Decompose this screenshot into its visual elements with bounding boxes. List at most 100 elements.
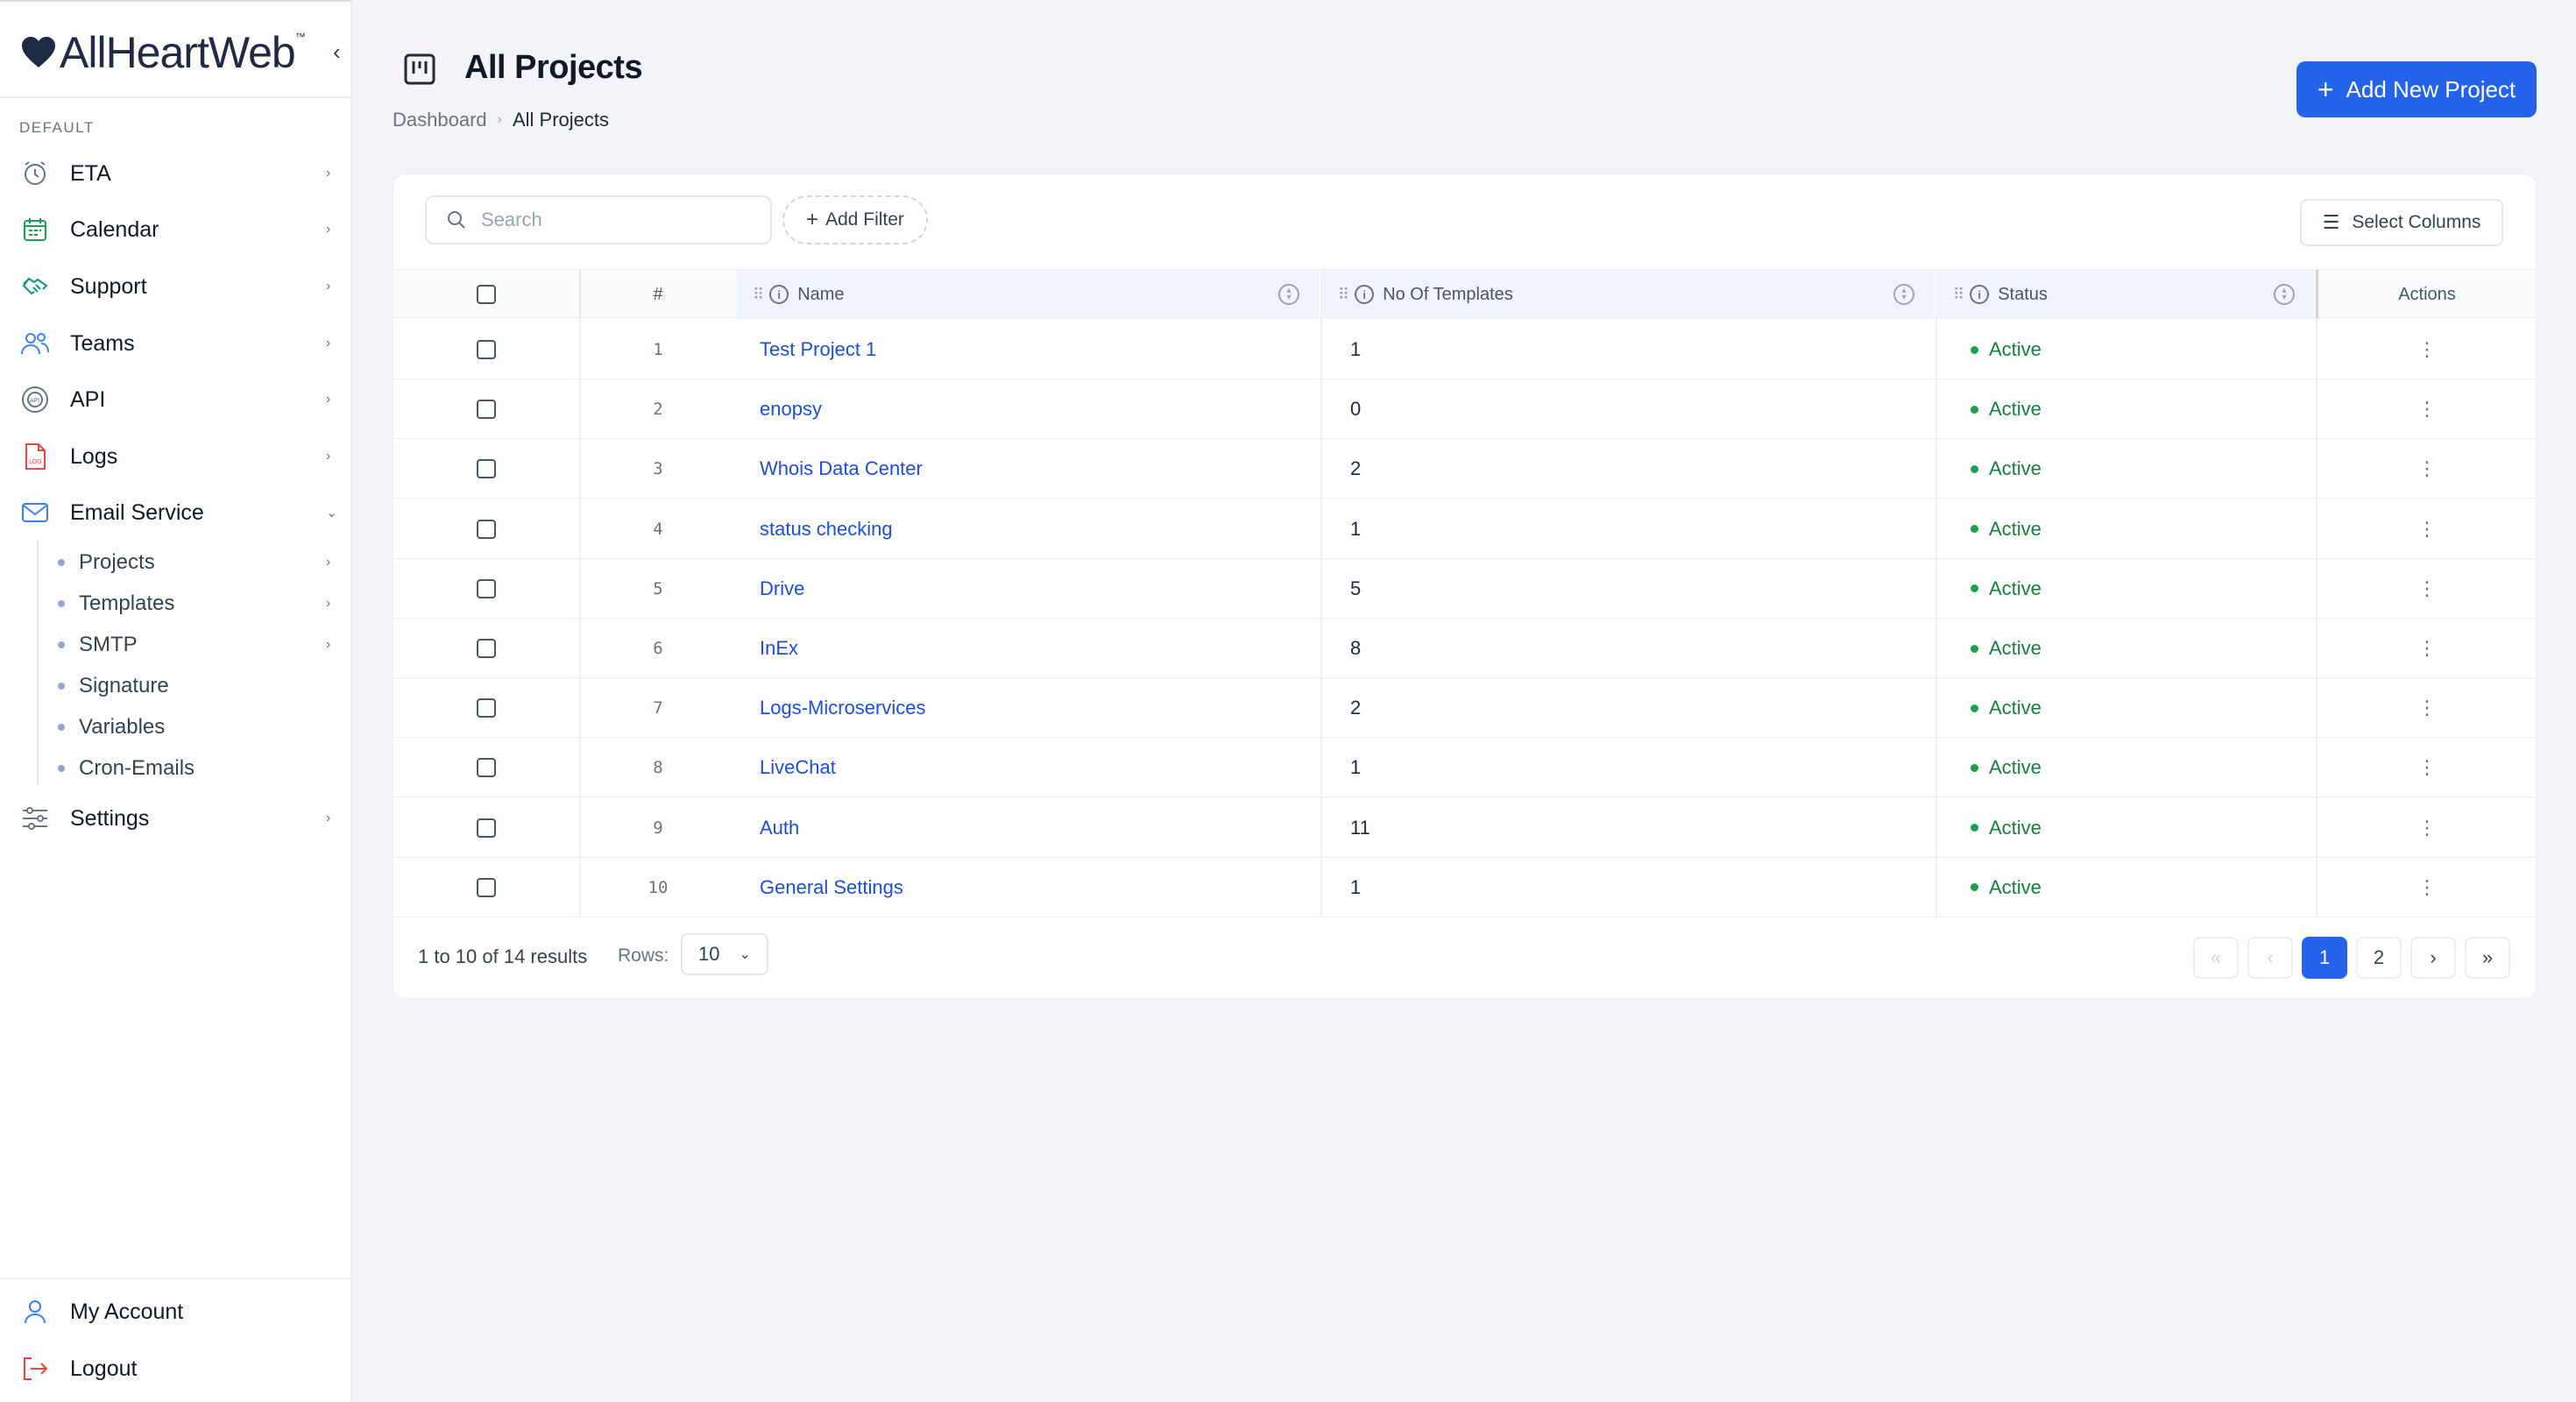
bullet-icon (58, 641, 65, 648)
select-columns-button[interactable]: ☰ Select Columns (2300, 199, 2503, 246)
header-status[interactable]: ⠿ i Status ▴ ▾ (1936, 270, 2314, 319)
breadcrumb-dashboard[interactable]: Dashboard (393, 109, 487, 131)
sidebar-subitem-projects[interactable]: Projects › (58, 543, 347, 582)
add-filter-button[interactable]: + Add Filter (782, 195, 928, 244)
sidebar-item-logout[interactable]: Logout (0, 1342, 350, 1395)
row-checkbox[interactable] (477, 340, 496, 359)
project-name-link[interactable]: Auth (760, 817, 799, 839)
row-checkbox[interactable] (477, 877, 496, 897)
row-checkbox[interactable] (477, 519, 496, 539)
more-actions-icon[interactable]: ⋮ (2318, 637, 2536, 660)
sidebar-item-logs[interactable]: LOG Logs › (0, 430, 350, 483)
status-dot-icon (1971, 405, 1978, 414)
row-checkbox[interactable] (477, 578, 496, 598)
more-actions-icon[interactable]: ⋮ (2318, 817, 2536, 839)
project-name-link[interactable]: status checking (760, 518, 893, 541)
sidebar-item-my-account[interactable]: My Account (0, 1285, 350, 1338)
row-templates-cell: 0 (1350, 379, 1928, 439)
next-page-button[interactable]: › (2410, 937, 2456, 979)
page-title: All Projects (464, 49, 643, 86)
project-name-link[interactable]: Whois Data Center (760, 457, 923, 480)
row-select-cell (393, 798, 579, 858)
header-name[interactable]: ⠿ i Name ▴ ▾ (737, 270, 1319, 319)
sidebar-item-settings[interactable]: Settings › (0, 792, 350, 845)
row-checkbox[interactable] (477, 818, 496, 838)
sort-icon[interactable]: ▴ ▾ (2274, 284, 2295, 305)
drag-handle-icon[interactable]: ⠿ (753, 286, 764, 304)
add-filter-label: Add Filter (825, 209, 904, 230)
bullet-icon (58, 559, 65, 566)
row-templates-cell: 8 (1350, 619, 1928, 678)
table-row: 8 LiveChat 1 Active ⋮ (393, 738, 2536, 798)
sidebar-subitem-variables[interactable]: Variables (58, 708, 347, 747)
chevron-right-icon: › (326, 555, 331, 570)
sliders-icon (19, 803, 51, 834)
row-checkbox[interactable] (477, 698, 496, 719)
sidebar-item-label: ETA (70, 160, 111, 186)
more-actions-icon[interactable]: ⋮ (2318, 398, 2536, 421)
rows-per-page-select[interactable]: 10 ⌄ (681, 933, 768, 975)
page-2-button[interactable]: 2 (2356, 937, 2402, 979)
row-number: 10 (648, 877, 669, 897)
bullet-icon (58, 724, 65, 731)
project-name-link[interactable]: General Settings (760, 876, 903, 899)
row-actions-cell: ⋮ (2318, 320, 2536, 379)
last-page-button[interactable]: » (2465, 937, 2510, 979)
sidebar-subitem-smtp[interactable]: SMTP › (58, 626, 347, 664)
info-icon[interactable]: i (1355, 285, 1375, 304)
more-actions-icon[interactable]: ⋮ (2318, 876, 2536, 899)
info-icon[interactable]: i (1970, 285, 1990, 304)
breadcrumb-separator: › (497, 112, 502, 127)
sidebar-item-teams[interactable]: Teams › (0, 317, 350, 370)
sidebar-item-eta[interactable]: ETA › (0, 147, 350, 200)
previous-page-button[interactable]: ‹ (2247, 937, 2293, 979)
more-actions-icon[interactable]: ⋮ (2318, 457, 2536, 480)
header-templates[interactable]: ⠿ i No Of Templates ▴ ▾ (1320, 270, 1934, 319)
more-actions-icon[interactable]: ⋮ (2318, 577, 2536, 600)
sidebar-item-email-service[interactable]: Email Service ⌄ (0, 486, 350, 539)
sort-icon[interactable]: ▴ ▾ (1893, 284, 1914, 305)
more-actions-icon[interactable]: ⋮ (2318, 697, 2536, 719)
row-number: 1 (653, 340, 663, 359)
sidebar-item-calendar[interactable]: Calendar › (0, 203, 350, 256)
table-row: 10 General Settings 1 Active ⋮ (393, 858, 2536, 917)
header-status-label: Status (1998, 284, 2048, 304)
more-actions-icon[interactable]: ⋮ (2318, 338, 2536, 361)
sidebar-item-support[interactable]: Support › (0, 260, 350, 313)
kanban-board-icon (404, 53, 435, 85)
project-name-link[interactable]: enopsy (760, 398, 822, 421)
project-name-link[interactable]: Test Project 1 (760, 338, 876, 361)
row-checkbox[interactable] (477, 639, 496, 658)
template-count: 8 (1350, 637, 1362, 659)
brand-logo[interactable]: AllHeartWeb ™ (21, 26, 306, 79)
row-checkbox[interactable] (477, 400, 496, 420)
project-name-link[interactable]: Logs-Microservices (760, 697, 926, 719)
drag-handle-icon[interactable]: ⠿ (1338, 286, 1349, 304)
sidebar-subitem-cron-emails[interactable]: Cron-Emails (58, 749, 347, 788)
drag-handle-icon[interactable]: ⠿ (1953, 286, 1964, 304)
sidebar-subitem-templates[interactable]: Templates › (58, 584, 347, 623)
brand-name: AllHeartWeb (60, 28, 296, 77)
project-name-link[interactable]: InEx (760, 637, 798, 660)
sidebar-subitem-signature[interactable]: Signature (58, 667, 347, 705)
row-checkbox[interactable] (477, 459, 496, 479)
row-checkbox[interactable] (477, 758, 496, 778)
project-name-link[interactable]: Drive (760, 577, 804, 600)
row-number-cell: 9 (581, 798, 735, 858)
info-icon[interactable]: i (769, 285, 789, 304)
sidebar-item-api[interactable]: API API › (0, 373, 350, 426)
project-name-link[interactable]: LiveChat (760, 756, 836, 779)
sort-icon[interactable]: ▴ ▾ (1278, 284, 1299, 305)
search-input[interactable] (481, 209, 761, 231)
more-actions-icon[interactable]: ⋮ (2318, 756, 2536, 779)
page-1-button[interactable]: 1 (2302, 937, 2347, 979)
status-label: Active (1989, 697, 2042, 719)
select-all-checkbox[interactable] (477, 285, 496, 304)
handshake-icon (19, 271, 51, 302)
first-page-button[interactable]: « (2193, 937, 2239, 979)
collapse-sidebar-button[interactable]: ‹ (333, 39, 341, 66)
search-field[interactable] (425, 195, 772, 244)
add-new-project-button[interactable]: + Add New Project (2296, 61, 2537, 117)
more-actions-icon[interactable]: ⋮ (2318, 518, 2536, 541)
chevron-down-icon: ⌄ (326, 506, 338, 520)
